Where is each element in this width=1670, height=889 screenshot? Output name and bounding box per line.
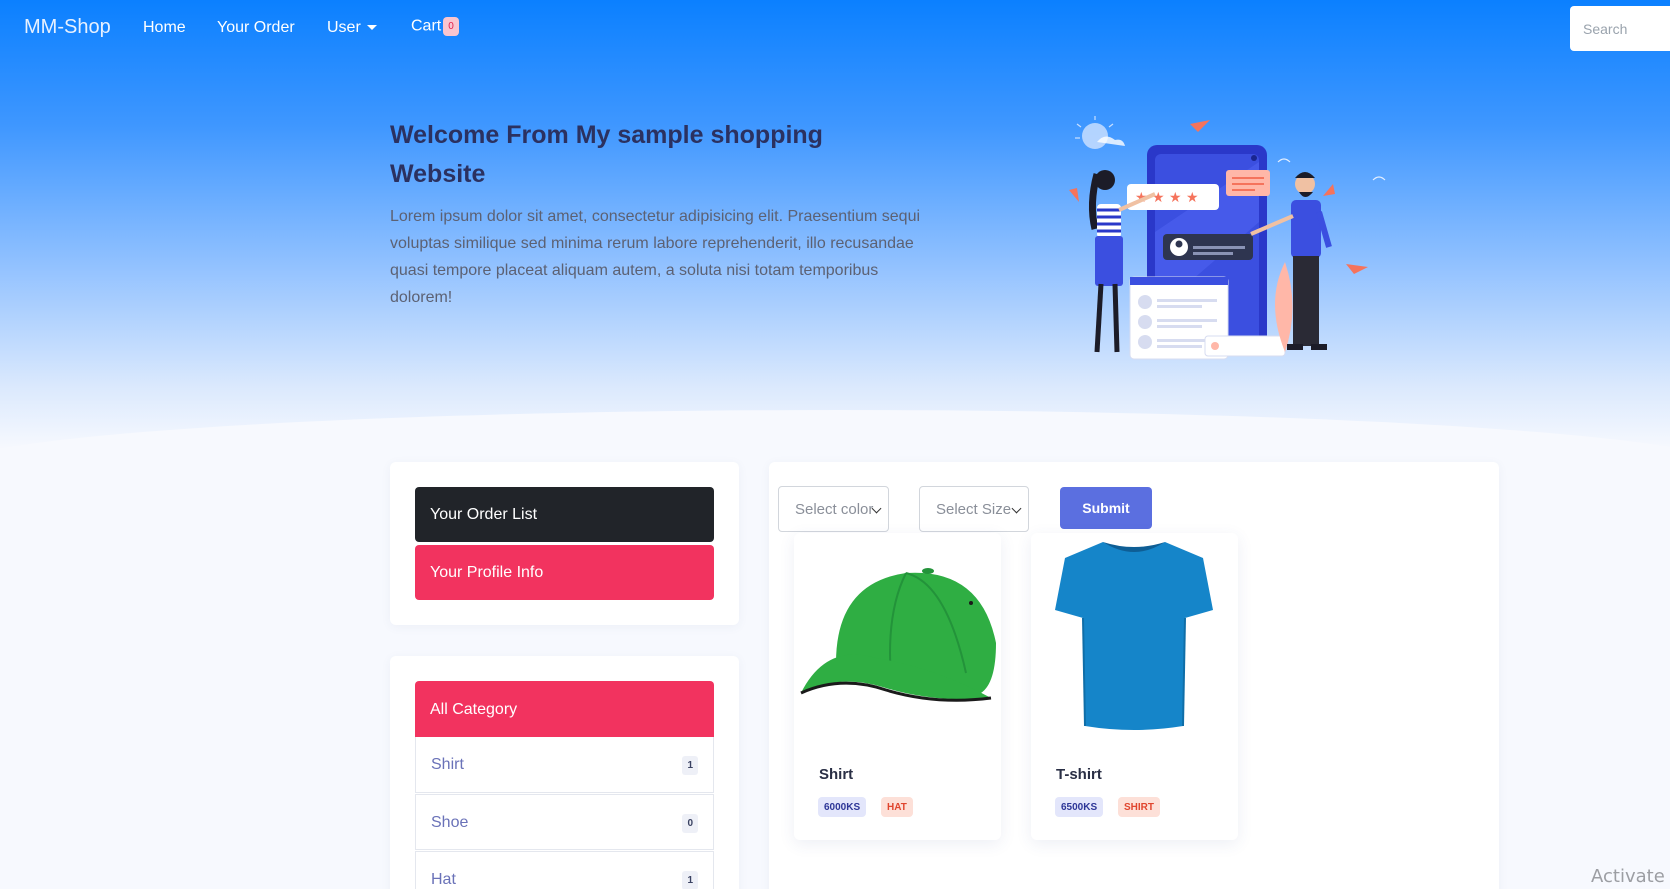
your-profile-info-button[interactable]: Your Profile Info	[415, 545, 714, 600]
top-navbar: MM-Shop Home Your Order User Cart 0	[0, 0, 1670, 58]
shopping-illustration-icon: ★ ★ ★ ★	[1069, 116, 1386, 360]
submit-button[interactable]: Submit	[1060, 487, 1152, 529]
color-select-value: Select color	[795, 501, 874, 518]
nav-cart-label: Cart	[411, 17, 442, 35]
product-card[interactable]: Shirt 6000KS HAT	[794, 533, 1001, 840]
category-count-badge: 1	[682, 756, 698, 775]
search-input[interactable]	[1570, 6, 1670, 51]
category-panel: All Category Shirt 1 Shoe 0 Hat 1	[390, 656, 739, 889]
category-label: Shirt	[431, 756, 464, 773]
green-cap-icon	[800, 568, 996, 702]
category-item-hat[interactable]: Hat 1	[415, 851, 714, 889]
product-card[interactable]: T-shirt 6500KS SHIRT	[1031, 533, 1238, 840]
category-label: Hat	[431, 871, 456, 888]
all-category-header[interactable]: All Category	[415, 681, 714, 737]
hero-title: Welcome From My sample shopping Website	[390, 121, 823, 188]
nav-your-order-link[interactable]: Your Order	[217, 19, 295, 37]
product-category-badge: HAT	[881, 797, 913, 817]
category-label: Shoe	[431, 814, 469, 831]
nav-user-dropdown[interactable]: User	[327, 19, 377, 37]
nav-cart-link[interactable]: Cart 0	[411, 17, 459, 36]
category-count-badge: 0	[682, 814, 698, 833]
brand-logo[interactable]: MM-Shop	[24, 16, 111, 39]
chevron-down-icon	[366, 25, 377, 31]
nav-user-label: User	[327, 19, 361, 36]
product-name: T-shirt	[1056, 766, 1102, 783]
blue-tshirt-icon	[1055, 542, 1213, 730]
cart-count-badge: 0	[443, 17, 459, 36]
color-select[interactable]: Select color	[778, 486, 889, 532]
product-price-badge: 6000KS	[818, 797, 867, 817]
category-item-shoe[interactable]: Shoe 0	[415, 794, 714, 850]
chevron-down-icon	[1011, 503, 1022, 514]
product-name: Shirt	[819, 766, 854, 783]
hero-description: Lorem ipsum dolor sit amet, consectetur …	[390, 208, 921, 306]
nav-home-link[interactable]: Home	[143, 19, 186, 37]
your-order-list-button[interactable]: Your Order List	[415, 487, 714, 542]
product-category-badge: SHIRT	[1118, 797, 1160, 817]
size-select[interactable]: Select Size	[919, 486, 1029, 532]
product-price-badge: 6500KS	[1055, 797, 1104, 817]
size-select-value: Select Size	[936, 501, 1012, 518]
account-panel: Your Order List Your Profile Info	[390, 462, 739, 625]
windows-activation-watermark: Activate W	[1591, 866, 1670, 887]
category-item-shirt[interactable]: Shirt 1	[415, 737, 714, 793]
category-count-badge: 1	[682, 871, 698, 889]
